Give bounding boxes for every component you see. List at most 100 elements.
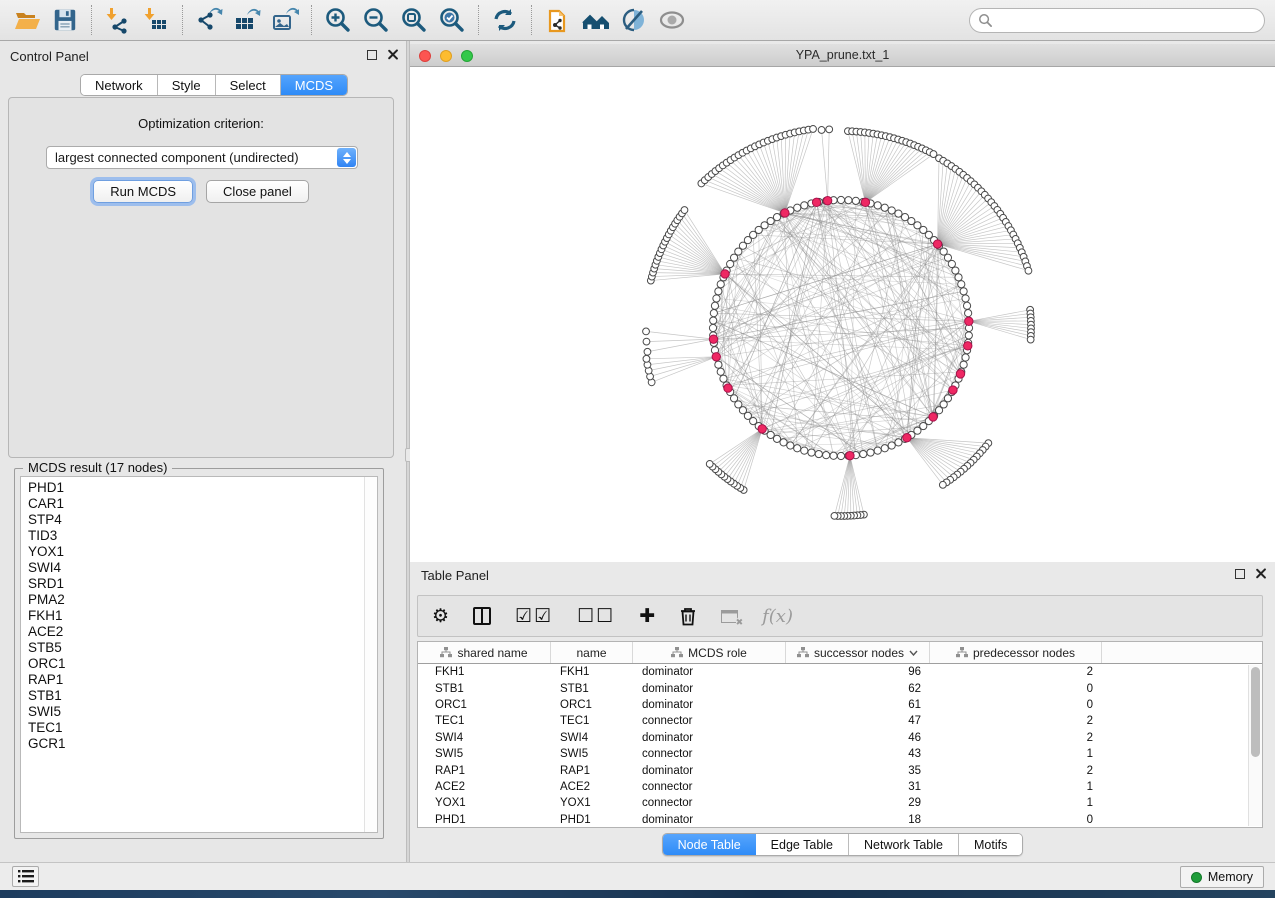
- table-row[interactable]: SWI4SWI4dominator462: [418, 730, 1262, 746]
- run-mcds-button[interactable]: Run MCDS: [93, 180, 193, 203]
- export-image-button[interactable]: [268, 4, 302, 36]
- show-all-button[interactable]: [579, 4, 613, 36]
- table-row[interactable]: STB1STB1dominator620: [418, 680, 1262, 696]
- open-file-button[interactable]: [10, 4, 44, 36]
- table-row[interactable]: ACE2ACE2connector311: [418, 779, 1262, 795]
- minimize-window-icon[interactable]: [440, 50, 452, 62]
- add-column-icon[interactable]: ✚: [639, 605, 655, 628]
- mcds-result-item[interactable]: GCR1: [28, 736, 377, 752]
- memory-button[interactable]: Memory: [1180, 866, 1264, 888]
- mcds-result-item[interactable]: TEC1: [28, 720, 377, 736]
- mcds-result-item[interactable]: YOX1: [28, 544, 377, 560]
- float-panel-icon[interactable]: [1235, 569, 1245, 579]
- cell-successor-nodes: 61: [786, 699, 930, 711]
- deselect-all-checkboxes-icon[interactable]: ☐☐: [577, 605, 615, 628]
- zoom-out-button[interactable]: [359, 4, 393, 36]
- search-box[interactable]: [969, 8, 1265, 33]
- network-window-titlebar[interactable]: YPA_prune.txt_1: [410, 44, 1275, 67]
- mcds-result-item[interactable]: ORC1: [28, 656, 377, 672]
- mcds-result-item[interactable]: TID3: [28, 528, 377, 544]
- table-scrollbar-thumb[interactable]: [1251, 667, 1260, 757]
- table-row[interactable]: ORC1ORC1dominator610: [418, 697, 1262, 713]
- cell-successor-nodes: 35: [786, 765, 930, 777]
- table-row[interactable]: PHD1PHD1dominator180: [418, 812, 1262, 828]
- column-header-successor-nodes[interactable]: successor nodes: [786, 642, 930, 663]
- network-graph: [410, 67, 1275, 562]
- float-panel-icon[interactable]: [367, 50, 377, 60]
- eye-icon: [658, 6, 686, 34]
- tab-select[interactable]: Select: [216, 75, 281, 95]
- delete-column-icon[interactable]: [679, 606, 697, 626]
- close-window-icon[interactable]: [419, 50, 431, 62]
- mcds-result-item[interactable]: STP4: [28, 512, 377, 528]
- export-network-button[interactable]: [192, 4, 226, 36]
- search-input[interactable]: [993, 11, 1264, 31]
- column-header-shared-name[interactable]: shared name: [418, 642, 551, 663]
- table-row[interactable]: SWI5SWI5connector431: [418, 746, 1262, 762]
- list-scrollbar[interactable]: [364, 477, 377, 832]
- zoom-selected-button[interactable]: [435, 4, 469, 36]
- tab-style[interactable]: Style: [158, 75, 216, 95]
- column-header-mcds-role[interactable]: MCDS role: [633, 642, 786, 663]
- mcds-result-item[interactable]: SWI5: [28, 704, 377, 720]
- mcds-result-item[interactable]: FKH1: [28, 608, 377, 624]
- cell-name: FKH1: [551, 666, 633, 678]
- show-columns-icon[interactable]: [473, 607, 491, 625]
- table-row[interactable]: RAP1RAP1dominator352: [418, 762, 1262, 778]
- close-panel-icon[interactable]: [387, 49, 398, 60]
- mcds-result-item[interactable]: PHD1: [28, 480, 377, 496]
- tab-mcds[interactable]: MCDS: [281, 75, 347, 95]
- optimization-criterion-dropdown[interactable]: largest connected component (undirected): [46, 146, 358, 169]
- cell-mcds-role: dominator: [633, 699, 786, 711]
- network-window-title: YPA_prune.txt_1: [796, 48, 890, 62]
- column-header-predecessor-nodes[interactable]: predecessor nodes: [930, 642, 1102, 663]
- mcds-result-item[interactable]: STB5: [28, 640, 377, 656]
- show-panels-button[interactable]: [12, 866, 39, 887]
- table-row[interactable]: FKH1FKH1dominator962: [418, 664, 1262, 680]
- export-table-button[interactable]: [230, 4, 264, 36]
- cell-shared-name: SWI4: [418, 732, 551, 744]
- tab-node-table[interactable]: Node Table: [663, 834, 756, 855]
- tab-network[interactable]: Network: [81, 75, 158, 95]
- column-header-name[interactable]: name: [551, 642, 633, 663]
- mcds-result-item[interactable]: RAP1: [28, 672, 377, 688]
- network-canvas[interactable]: [410, 67, 1275, 562]
- mcds-result-item[interactable]: SRD1: [28, 576, 377, 592]
- network-document-button[interactable]: [541, 4, 575, 36]
- cell-name: SWI5: [551, 748, 633, 760]
- table-row[interactable]: YOX1YOX1connector291: [418, 795, 1262, 811]
- zoom-in-icon: [324, 6, 352, 34]
- tab-edge-table[interactable]: Edge Table: [756, 834, 849, 855]
- mcds-result-item[interactable]: CAR1: [28, 496, 377, 512]
- maximize-window-icon[interactable]: [461, 50, 473, 62]
- close-panel-button[interactable]: Close panel: [206, 180, 309, 203]
- cell-predecessor-nodes: 0: [930, 683, 1102, 695]
- tab-motifs[interactable]: Motifs: [959, 834, 1022, 855]
- mcds-result-item[interactable]: ACE2: [28, 624, 377, 640]
- mcds-result-item[interactable]: SWI4: [28, 560, 377, 576]
- cell-predecessor-nodes: 0: [930, 699, 1102, 711]
- mcds-result-list[interactable]: PHD1CAR1STP4TID3YOX1SWI4SRD1PMA2FKH1ACE2…: [20, 476, 378, 833]
- eye-button[interactable]: [655, 4, 689, 36]
- cell-predecessor-nodes: 2: [930, 765, 1102, 777]
- mcds-result-item[interactable]: PMA2: [28, 592, 377, 608]
- zoom-fit-button[interactable]: [397, 4, 431, 36]
- close-panel-icon[interactable]: [1255, 568, 1266, 579]
- cell-successor-nodes: 46: [786, 732, 930, 744]
- select-all-checkboxes-icon[interactable]: ☑☑: [515, 605, 553, 628]
- table-row[interactable]: TEC1TEC1connector472: [418, 713, 1262, 729]
- import-table-button[interactable]: [139, 4, 173, 36]
- cell-mcds-role: dominator: [633, 732, 786, 744]
- hide-graphics-details-button[interactable]: [617, 4, 651, 36]
- table-scrollbar[interactable]: [1248, 665, 1262, 826]
- tab-network-table[interactable]: Network Table: [849, 834, 959, 855]
- apply-layout-button[interactable]: [488, 4, 522, 36]
- save-session-icon: [52, 7, 78, 33]
- main-toolbar: [0, 0, 1275, 41]
- zoom-in-button[interactable]: [321, 4, 355, 36]
- import-network-button[interactable]: [101, 4, 135, 36]
- cell-shared-name: SWI5: [418, 748, 551, 760]
- save-session-button[interactable]: [48, 4, 82, 36]
- mcds-result-item[interactable]: STB1: [28, 688, 377, 704]
- settings-icon[interactable]: ⚙: [432, 605, 449, 628]
